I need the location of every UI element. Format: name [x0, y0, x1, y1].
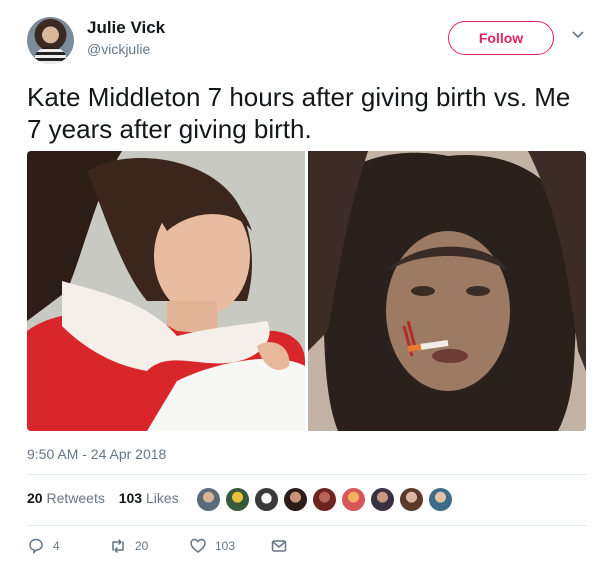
liker-avatar[interactable]: [283, 487, 308, 512]
tweet-timestamp[interactable]: 9:50 AM - 24 Apr 2018: [27, 446, 166, 462]
retweets-stat[interactable]: 20 Retweets: [27, 490, 105, 506]
liker-avatar[interactable]: [254, 487, 279, 512]
photo-left[interactable]: [27, 151, 305, 431]
liker-avatar[interactable]: [225, 487, 250, 512]
likes-count: 103: [118, 490, 143, 506]
tweet-text: Kate Middleton 7 hours after giving birt…: [27, 82, 571, 144]
reply-button[interactable]: 4: [27, 537, 60, 555]
photo-right[interactable]: [308, 151, 586, 431]
liker-avatar[interactable]: [370, 487, 395, 512]
liker-avatar[interactable]: [399, 487, 424, 512]
tweet-stats: 20 Retweets 103 Likes: [27, 490, 189, 506]
divider: [27, 474, 587, 475]
retweets-label: Retweets: [46, 490, 105, 506]
retweet-icon: [112, 539, 124, 553]
user-handle[interactable]: @vickjulie: [87, 41, 150, 57]
retweet-count: 20: [135, 539, 149, 553]
divider: [27, 525, 587, 526]
message-icon: [271, 540, 287, 552]
follow-button[interactable]: Follow: [448, 21, 554, 55]
reply-count: 4: [53, 539, 60, 553]
tweet-header: Julie Vick @vickjulie Follow: [27, 13, 587, 69]
liker-avatar[interactable]: [428, 487, 453, 512]
like-button[interactable]: 103: [189, 537, 235, 555]
chevron-down-icon[interactable]: [569, 25, 587, 43]
reply-icon: [29, 538, 43, 555]
retweets-count: 20: [27, 490, 43, 506]
liker-avatar[interactable]: [341, 487, 366, 512]
retweet-button[interactable]: 20: [109, 537, 148, 555]
likes-label: Likes: [145, 490, 179, 506]
liker-avatars: [196, 487, 457, 513]
display-name[interactable]: Julie Vick: [87, 18, 165, 38]
tweet-actions: 4 20 103: [27, 537, 327, 557]
avatar[interactable]: [27, 17, 74, 64]
liker-avatar[interactable]: [196, 487, 221, 512]
liker-avatar[interactable]: [312, 487, 337, 512]
direct-message-button[interactable]: [270, 537, 296, 555]
like-count: 103: [215, 539, 236, 553]
tweet-media[interactable]: [27, 151, 586, 431]
heart-icon: [190, 538, 206, 553]
likes-stat[interactable]: 103 Likes: [119, 490, 179, 506]
